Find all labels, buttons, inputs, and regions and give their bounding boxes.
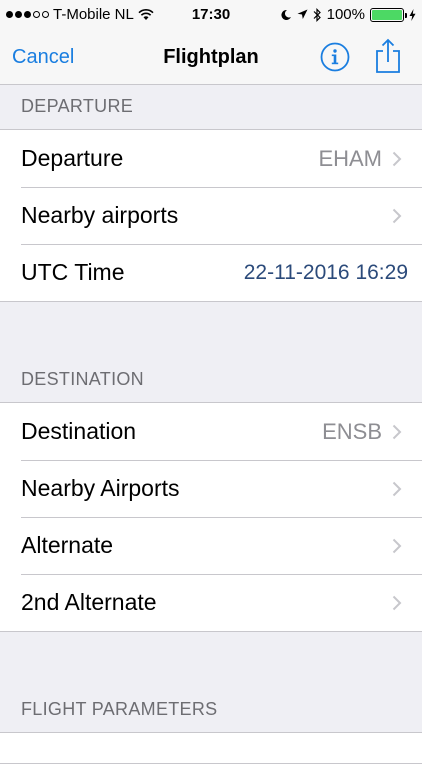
departure-group: Departure EHAM Nearby airports UTC Time … [0,129,422,302]
utc-time-row[interactable]: UTC Time 22-11-2016 16:29 [0,244,422,301]
battery-icon [370,7,407,22]
nearby-airports-destination-row[interactable]: Nearby Airports [0,460,422,517]
row-label: Departure [21,145,124,171]
row-label: UTC Time [21,259,125,285]
moon-icon [281,9,291,20]
chevron-right-icon [392,538,402,554]
battery-percentage: 100% [326,6,365,23]
section-header-departure: DEPARTURE [21,96,134,116]
row-label: Destination [21,418,137,444]
bluetooth-icon [313,7,321,22]
row-label: Nearby airports [21,202,179,228]
alternate-row[interactable]: Alternate [0,517,422,574]
departure-value: EHAM [318,145,382,171]
chevron-right-icon [392,595,402,611]
destination-group: Destination ENSB Nearby Airports Alterna… [0,402,422,632]
utc-time-value: 22-11-2016 16:29 [243,260,408,284]
flight-parameters-group [0,732,422,764]
nearby-airports-departure-row[interactable]: Nearby airports [0,187,422,244]
info-circle-icon[interactable] [320,42,350,72]
section-header-destination: DESTINATION [21,369,144,389]
chevron-right-icon [392,481,402,497]
location-arrow-icon [297,9,308,19]
share-icon[interactable] [374,38,402,74]
section-header-flight-parameters: FLIGHT PARAMETERS [21,699,218,719]
status-bar: T-Mobile NL 17:30 100% [0,0,422,30]
navigation-bar: Cancel Flightplan [0,30,422,85]
second-alternate-row[interactable]: 2nd Alternate [0,574,422,631]
charging-bolt-icon [409,8,416,21]
chevron-right-icon [392,424,402,440]
row-label: Nearby Airports [21,475,180,501]
destination-value: ENSB [322,418,382,444]
page-title: Flightplan [163,46,259,68]
destination-row[interactable]: Destination ENSB [0,403,422,460]
chevron-right-icon [392,151,402,167]
row-label: 2nd Alternate [21,589,157,615]
row-label: Alternate [21,532,114,558]
flightplan-list: DEPARTURE Departure EHAM Nearby airports… [0,85,422,764]
departure-row[interactable]: Departure EHAM [0,130,422,187]
chevron-right-icon [392,208,402,224]
status-right: 100% [280,6,416,23]
